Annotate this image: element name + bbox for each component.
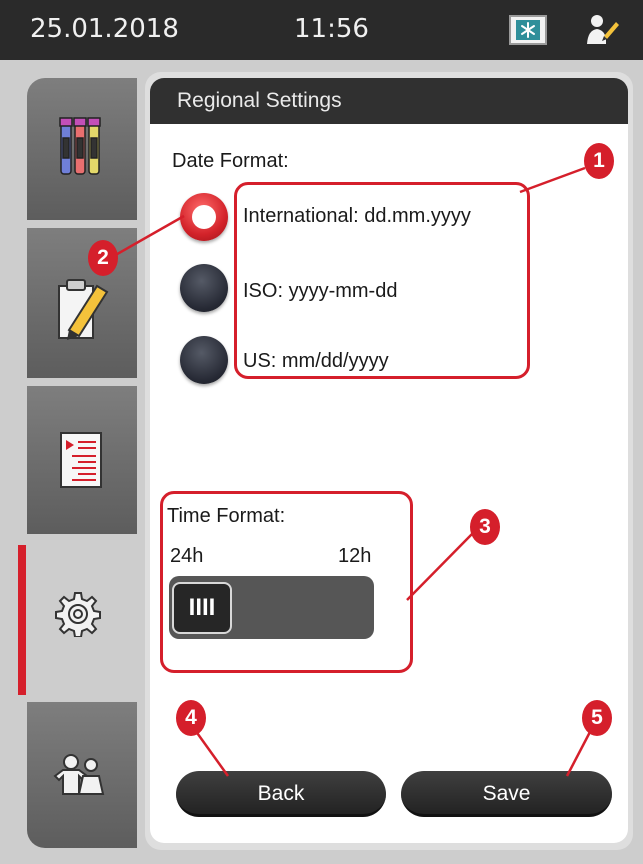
callout-box-date-format xyxy=(234,182,530,379)
status-time: 11:56 xyxy=(294,14,369,44)
snowflake-monitor-icon[interactable] xyxy=(509,15,547,45)
tab-programs[interactable] xyxy=(27,386,137,534)
back-button[interactable]: Back xyxy=(176,771,386,817)
date-format-label: Date Format: xyxy=(172,150,289,172)
callout-badge-2: 2 xyxy=(88,240,118,276)
active-tab-marker xyxy=(18,545,26,695)
status-date: 25.01.2018 xyxy=(30,14,179,44)
user-pencil-icon[interactable] xyxy=(584,14,620,48)
callout-badge-1: 1 xyxy=(584,143,614,179)
tab-edit[interactable] xyxy=(27,228,137,378)
program-list-icon xyxy=(60,432,102,488)
reagent-bottles-icon xyxy=(59,117,101,175)
tab-reagents[interactable] xyxy=(27,78,137,220)
tab-users[interactable] xyxy=(27,702,137,848)
settings-gear-icon xyxy=(55,592,101,637)
users-icon xyxy=(53,754,105,795)
save-button[interactable]: Save xyxy=(401,771,612,817)
callout-badge-4: 4 xyxy=(176,700,206,736)
callout-box-time-format xyxy=(160,491,413,673)
radio-us[interactable] xyxy=(180,336,228,384)
edit-document-icon xyxy=(58,279,109,340)
radio-iso[interactable] xyxy=(180,264,228,312)
panel-title: Regional Settings xyxy=(177,89,342,112)
radio-international[interactable] xyxy=(180,193,228,241)
tab-settings[interactable] xyxy=(27,543,137,693)
callout-badge-5: 5 xyxy=(582,700,612,736)
callout-badge-3: 3 xyxy=(470,509,500,545)
